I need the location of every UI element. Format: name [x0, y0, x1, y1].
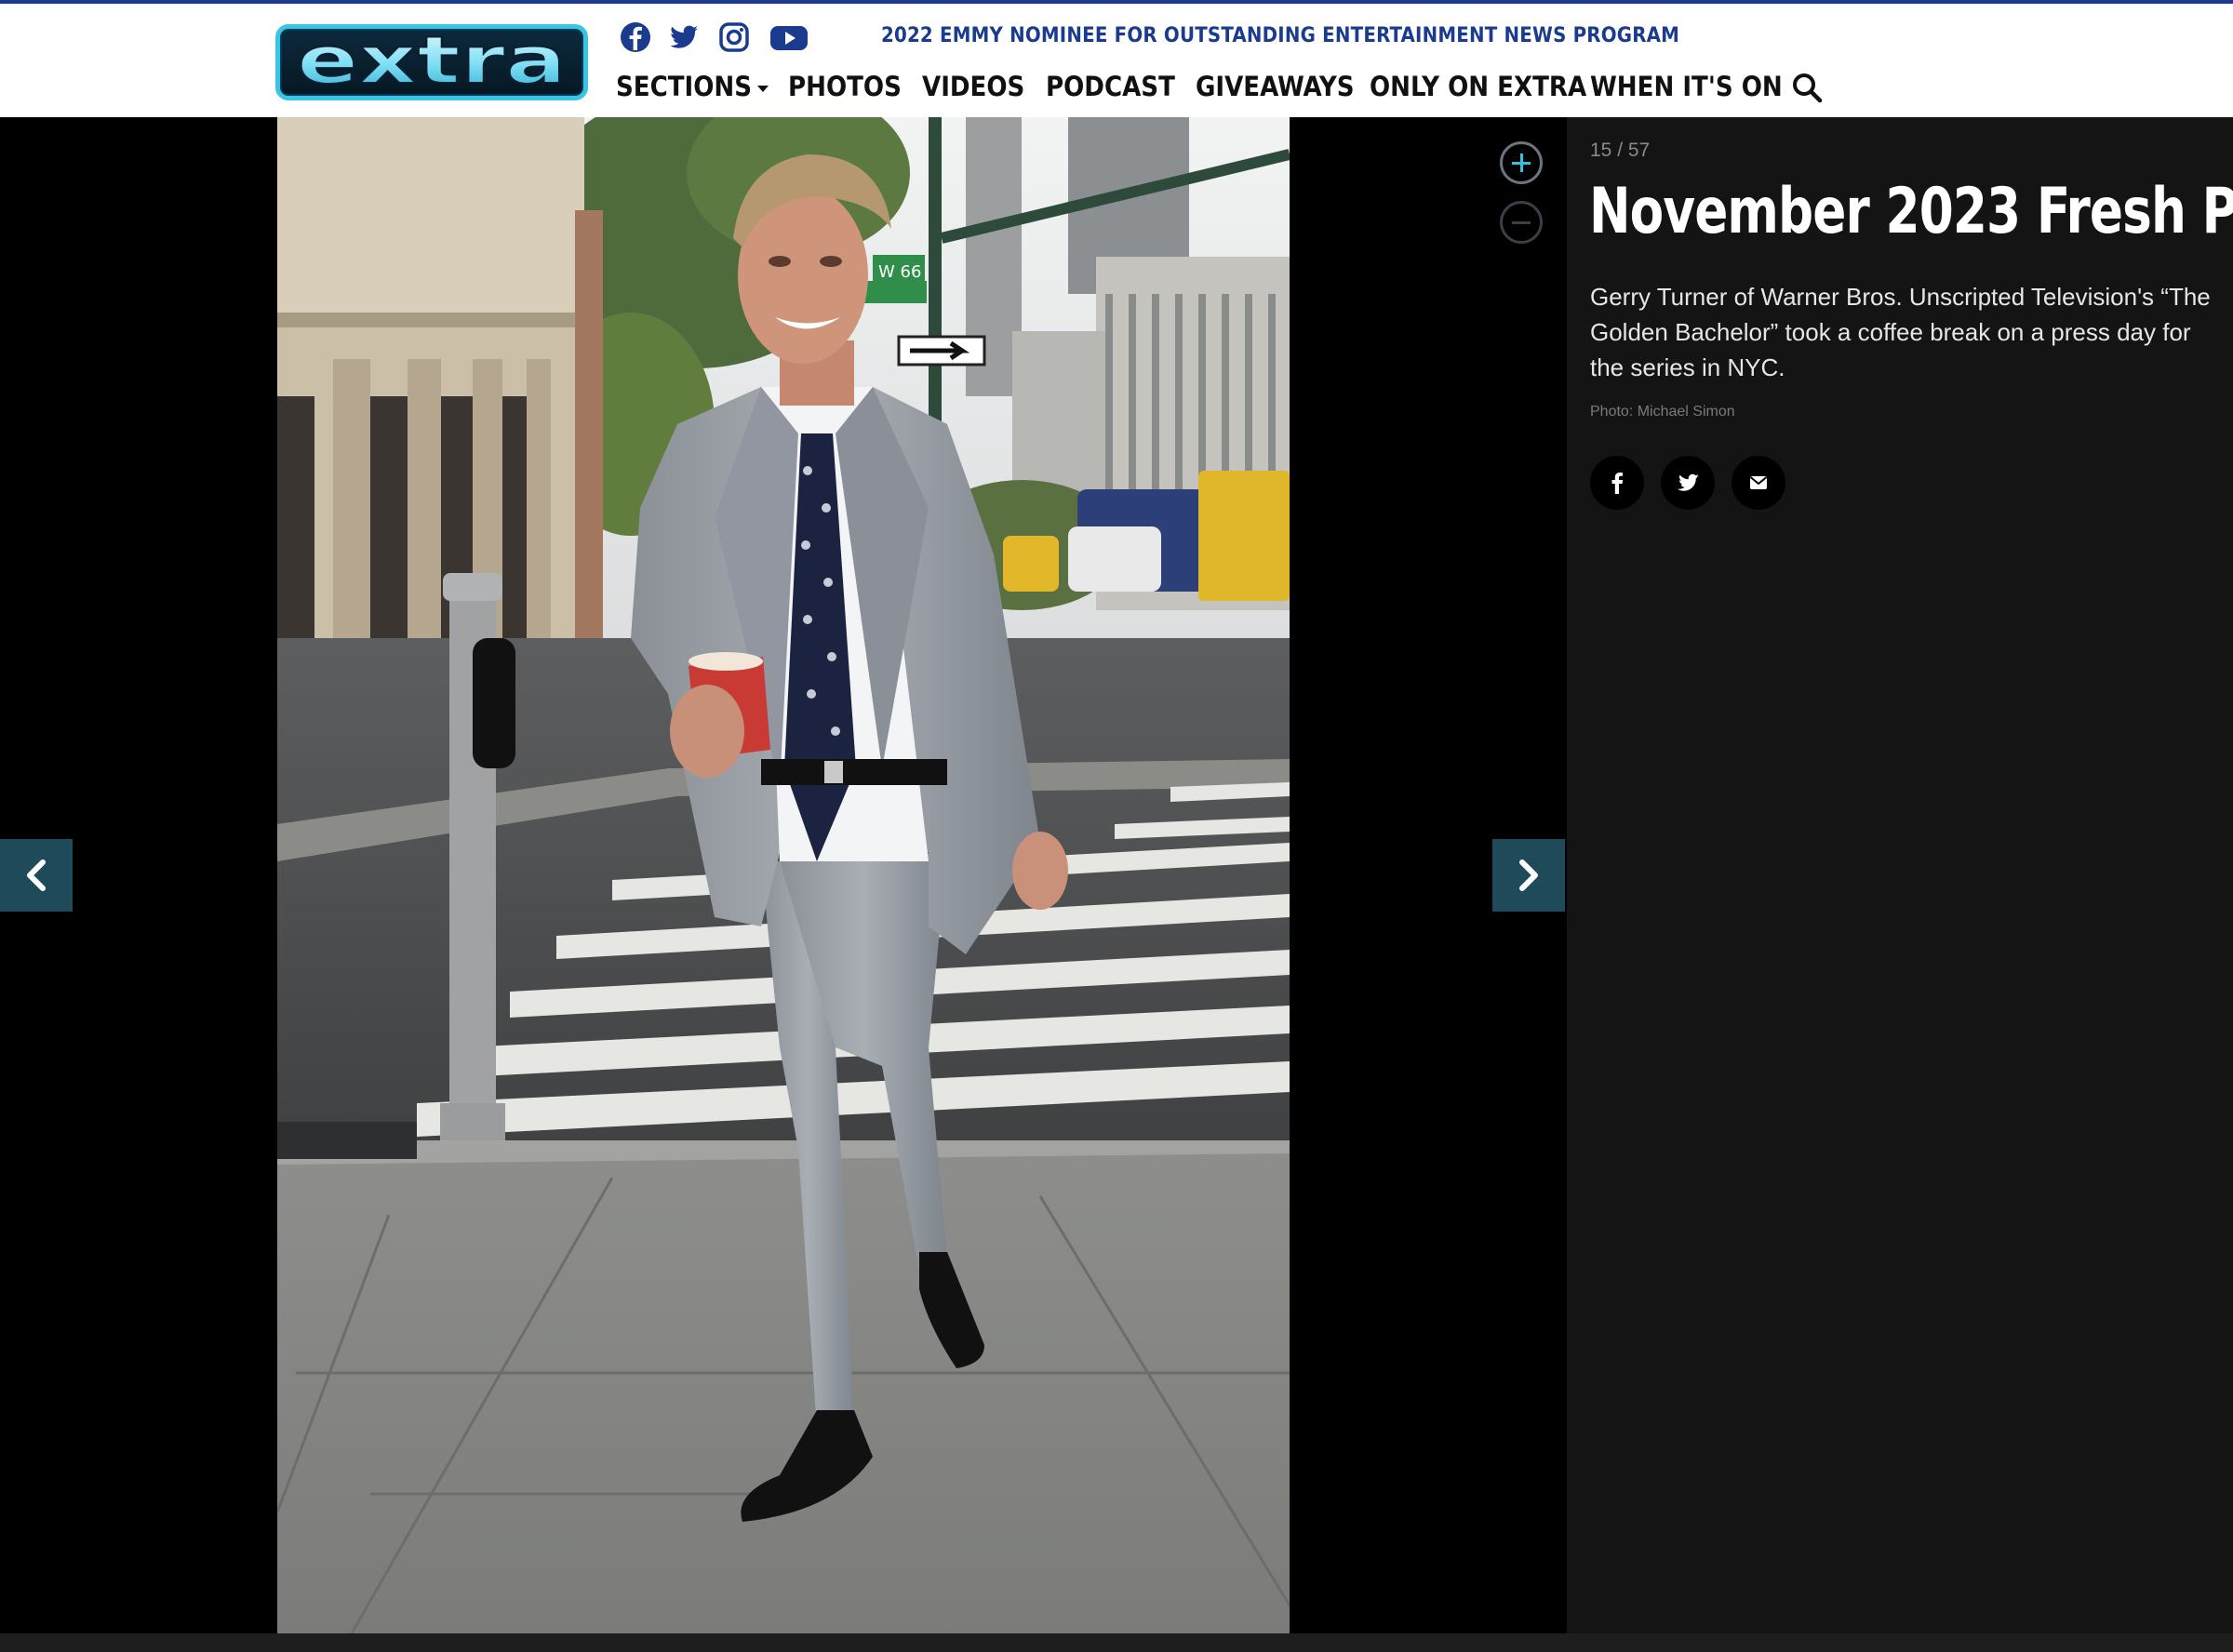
photo-credit: Photo: Michael Simon [1590, 404, 1735, 420]
youtube-icon[interactable] [769, 20, 809, 55]
nav-only-on-extra[interactable]: ONLY ON EXTRA [1370, 71, 1586, 102]
nav-giveaways[interactable]: GIVEAWAYS [1196, 71, 1355, 102]
plus-icon-vertical [1519, 153, 1523, 172]
gallery-photo[interactable]: W 66 [277, 117, 1290, 1633]
facebook-icon[interactable] [618, 20, 653, 55]
extra-logo[interactable]: extra [275, 24, 588, 100]
emmy-banner[interactable]: 2022 EMMY NOMINEE FOR OUTSTANDING ENTERT… [881, 24, 1679, 47]
photo-caption: Gerry Turner of Warner Bros. Unscripted … [1590, 283, 2211, 381]
instagram-icon[interactable] [716, 20, 752, 55]
nav-when-its-on[interactable]: WHEN IT'S ON [1590, 71, 1783, 102]
bottom-strip [0, 1633, 2233, 1652]
nav-photos[interactable]: PHOTOS [788, 71, 902, 102]
nav-podcast[interactable]: PODCAST [1046, 71, 1175, 102]
nav-sections-label: SECTIONS [616, 71, 753, 102]
nav-videos[interactable]: VIDEOS [922, 71, 1024, 102]
facebook-icon [1611, 473, 1624, 494]
photo-street-scene: W 66 [277, 117, 1290, 1633]
share-twitter-button[interactable] [1661, 456, 1715, 510]
zoom-out-button[interactable] [1500, 201, 1543, 244]
search-icon[interactable] [1790, 71, 1824, 104]
nav-sections[interactable]: SECTIONS [616, 71, 769, 102]
email-icon [1749, 476, 1768, 489]
next-photo-button[interactable] [1492, 839, 1565, 912]
logo-text: extra [297, 29, 567, 96]
chevron-down-icon [757, 85, 769, 92]
gallery-title: November 2023 Fresh Pix [1589, 175, 2233, 248]
share-email-button[interactable] [1732, 456, 1785, 510]
site-header: extra 2022 EMMY NOMINEE FOR OUTSTANDING … [0, 4, 2233, 117]
share-facebook-button[interactable] [1590, 456, 1644, 510]
street-sign-text: W 66 [878, 262, 921, 282]
prev-photo-button[interactable] [0, 839, 73, 912]
minus-icon [1512, 221, 1531, 224]
twitter-icon[interactable] [666, 20, 702, 55]
twitter-icon [1678, 473, 1699, 491]
photo-counter: 15 / 57 [1590, 140, 1651, 161]
logo-wordmark: extra [296, 29, 568, 96]
chevron-left-icon [27, 859, 46, 891]
zoom-in-button[interactable] [1500, 141, 1543, 184]
chevron-right-icon [1519, 859, 1538, 891]
